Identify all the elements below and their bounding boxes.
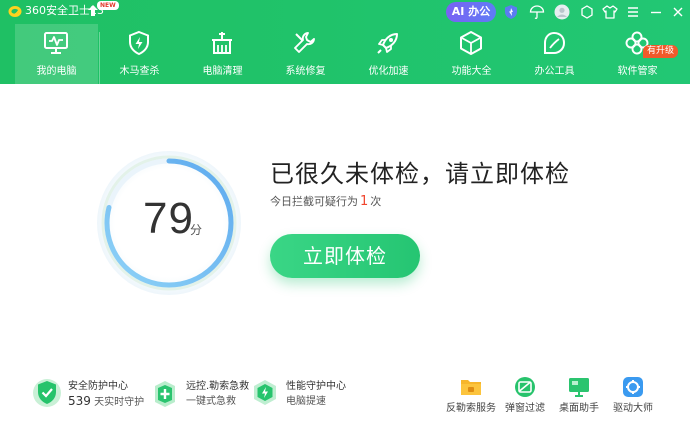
intercept-suffix: 次 [370,195,382,208]
tool-label: 桌面助手 [559,403,599,414]
protect-days: 539 [68,394,91,408]
new-badge: NEW [97,1,119,10]
shirt-icon[interactable] [602,4,618,20]
close-icon[interactable] [670,4,686,20]
performance-center[interactable]: 性能守护中心 电脑提速 [250,376,350,416]
title-bar[interactable]: 360安全卫士13 NEW AI 办公 [0,0,690,24]
performance-cube-icon [254,380,276,405]
app-logo-icon [8,6,22,17]
nav-item-trojan-scan[interactable]: 木马查杀 [98,24,181,84]
tool-anti-ransom[interactable]: 反勒索服务 [441,376,501,416]
nav-label: 办公工具 [534,66,575,77]
header-bar: 360安全卫士13 NEW AI 办公 我的电脑 木马查杀 电脑清理 系统修复 … [0,0,690,84]
feature-sub: 电脑提速 [286,396,326,407]
nav-label: 功能大全 [451,66,492,77]
desktop-icon [569,378,589,397]
cube-icon [460,31,482,55]
nav-label: 木马查杀 [119,66,160,77]
feature-sub: 一键式急救 [186,396,236,407]
monitor-icon [44,32,68,54]
feature-title: 性能守护中心 [286,381,346,392]
tool-popup-filter[interactable]: 弹窗过滤 [495,376,555,416]
driver-gear-icon [623,377,643,397]
feature-sub: 539 天实时守护 [68,395,144,409]
intercept-count[interactable]: 1 [358,194,370,209]
ransom-rescue[interactable]: 远控.勒索急救 一键式急救 [150,376,250,416]
page-title: 已很久未体检，请立即体检 [270,160,570,188]
skin-icon[interactable] [579,4,595,20]
nav-item-cleanup[interactable]: 电脑清理 [181,24,264,84]
nav-item-my-computer[interactable]: 我的电脑 [15,24,100,84]
tool-label: 驱动大师 [613,403,653,414]
shield-bolt-icon [129,30,149,56]
nav-label: 我的电脑 [36,66,77,77]
protect-days-label: 天实时守护 [94,397,145,408]
leaf-icon [544,31,566,54]
umbrella-icon[interactable] [529,4,545,20]
user-avatar-icon[interactable] [554,4,570,20]
ai-office-button[interactable]: AI 办公 [446,2,496,22]
wrench-icon [294,32,315,53]
nav-item-optimize[interactable]: 优化加速 [347,24,430,84]
shield-badge-icon[interactable] [503,4,519,20]
folder-lock-icon [461,380,481,395]
health-score: 79 [143,194,194,243]
nav-item-office-tools[interactable]: 办公工具 [513,24,596,84]
tool-label: 弹窗过滤 [505,403,545,414]
menu-icon[interactable] [625,4,641,20]
tool-label: 反勒索服务 [446,403,496,414]
intercept-summary: 今日拦截可疑行为 1 次 [270,195,381,209]
nav-label: 软件管家 [617,66,658,77]
nav-item-all-features[interactable]: 功能大全 [430,24,513,84]
score-unit: 分 [190,223,203,237]
tool-desktop-assistant[interactable]: 桌面助手 [549,376,609,416]
tool-driver-master[interactable]: 驱动大师 [603,376,663,416]
security-shield-icon [33,379,61,407]
security-center[interactable]: 安全防护中心 539 天实时守护 [32,376,144,416]
feature-title: 安全防护中心 [68,381,128,392]
nav-item-system-repair[interactable]: 系统修复 [264,24,347,84]
nav-label: 电脑清理 [202,66,243,77]
upgrade-badge: 有升级 [643,45,679,58]
minimize-icon[interactable] [648,4,664,20]
nav-label: 系统修复 [285,66,326,77]
popup-block-icon [515,377,535,397]
feature-title: 远控.勒索急救 [186,381,250,392]
broom-icon [212,32,232,54]
intercept-prefix: 今日拦截可疑行为 [270,195,358,208]
first-aid-kit-icon [155,381,175,407]
rocket-icon [377,33,398,54]
check-now-button[interactable]: 立即体检 [270,234,420,278]
nav-label: 优化加速 [368,66,409,77]
main-nav: 我的电脑 木马查杀 电脑清理 系统修复 优化加速 功能大全 办公工具 软件管家 [0,24,690,84]
